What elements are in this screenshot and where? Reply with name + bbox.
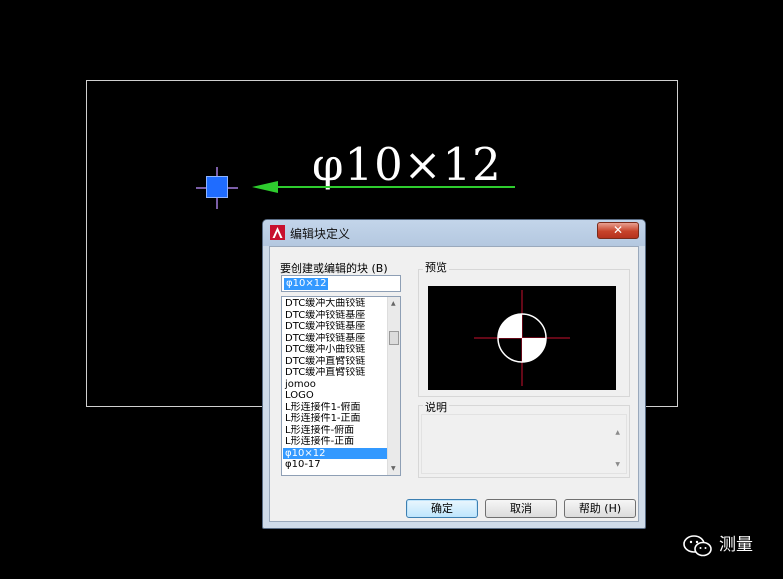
desc-scroll-down-icon[interactable]: ▼ [615, 461, 620, 468]
block-list[interactable]: DTC缓冲大曲铰链 DTC缓冲铰链基座 DTC缓冲铰链基座 DTC缓冲铰链基座 DTC缓… [281, 296, 401, 476]
block-list-item[interactable]: φ10×12 [283, 447, 387, 459]
scroll-down-arrow-icon[interactable]: ▼ [391, 465, 396, 472]
preview-group: 预览 [418, 259, 630, 397]
block-list-item[interactable]: DTC缓冲小曲铰链 [283, 344, 387, 356]
scroll-thumb[interactable] [389, 331, 399, 345]
block-preview [428, 286, 616, 390]
watermark-text: 测量 [719, 535, 753, 555]
block-name-field[interactable]: φ10×12 [281, 275, 401, 292]
cancel-button[interactable]: 取消 [485, 499, 557, 518]
block-list-scrollbar[interactable]: ▲ ▼ [387, 297, 400, 475]
ok-button[interactable]: 确定 [406, 499, 478, 518]
edit-block-definition-dialog: 编辑块定义 ✕ 要创建或编辑的块 (B) φ10×12 DTC缓冲大曲铰链 DTC… [262, 219, 646, 529]
block-list-items: DTC缓冲大曲铰链 DTC缓冲铰链基座 DTC缓冲铰链基座 DTC缓冲铰链基座 DTC缓… [283, 298, 387, 471]
wechat-watermark: 测量 [683, 533, 773, 557]
block-list-item[interactable]: DTC缓冲铰链基座 [283, 310, 387, 322]
block-list-item[interactable]: L形连接件-正面 [283, 436, 387, 448]
desc-scroll-up-icon[interactable]: ▲ [615, 429, 620, 436]
scroll-up-arrow-icon[interactable]: ▲ [391, 300, 396, 307]
block-list-item[interactable]: DTC缓冲直臂铰链 [283, 356, 387, 368]
description-label: 说明 [423, 399, 449, 415]
dialog-body: 要创建或编辑的块 (B) φ10×12 DTC缓冲大曲铰链 DTC缓冲铰链基座 DT… [269, 246, 639, 522]
block-list-item[interactable]: DTC缓冲铰链基座 [283, 321, 387, 333]
help-button[interactable]: 帮助 (H) [564, 499, 636, 518]
preview-label: 预览 [423, 259, 449, 275]
centermark-symbol-icon [474, 290, 570, 386]
block-list-item[interactable]: LOGO [283, 390, 387, 402]
block-list-item[interactable]: L形连接件1-正面 [283, 413, 387, 425]
block-list-item[interactable]: L形连接件1-俯面 [283, 402, 387, 414]
leader-grip-handle[interactable] [206, 176, 228, 198]
dialog-titlebar[interactable]: 编辑块定义 ✕ [263, 220, 645, 246]
block-name-label: 要创建或编辑的块 (B) [280, 262, 388, 275]
close-button[interactable]: ✕ [597, 222, 639, 239]
block-name-value: φ10×12 [284, 278, 329, 290]
block-list-item[interactable]: DTC缓冲直臂铰链 [283, 367, 387, 379]
block-list-item[interactable]: jomoo [283, 379, 387, 391]
description-group: 说明 ▲ ▼ [418, 399, 630, 478]
autocad-logo-icon [270, 225, 285, 240]
block-list-item[interactable]: φ10-17 [283, 459, 387, 471]
block-list-item[interactable]: DTC缓冲铰链基座 [283, 333, 387, 345]
wechat-logo-icon [683, 535, 712, 557]
dialog-title: 编辑块定义 [290, 227, 351, 241]
block-list-item[interactable]: DTC缓冲大曲铰链 [283, 298, 387, 310]
description-field[interactable]: ▲ ▼ [421, 414, 627, 474]
block-list-item[interactable]: L形连接件-俯面 [283, 425, 387, 437]
